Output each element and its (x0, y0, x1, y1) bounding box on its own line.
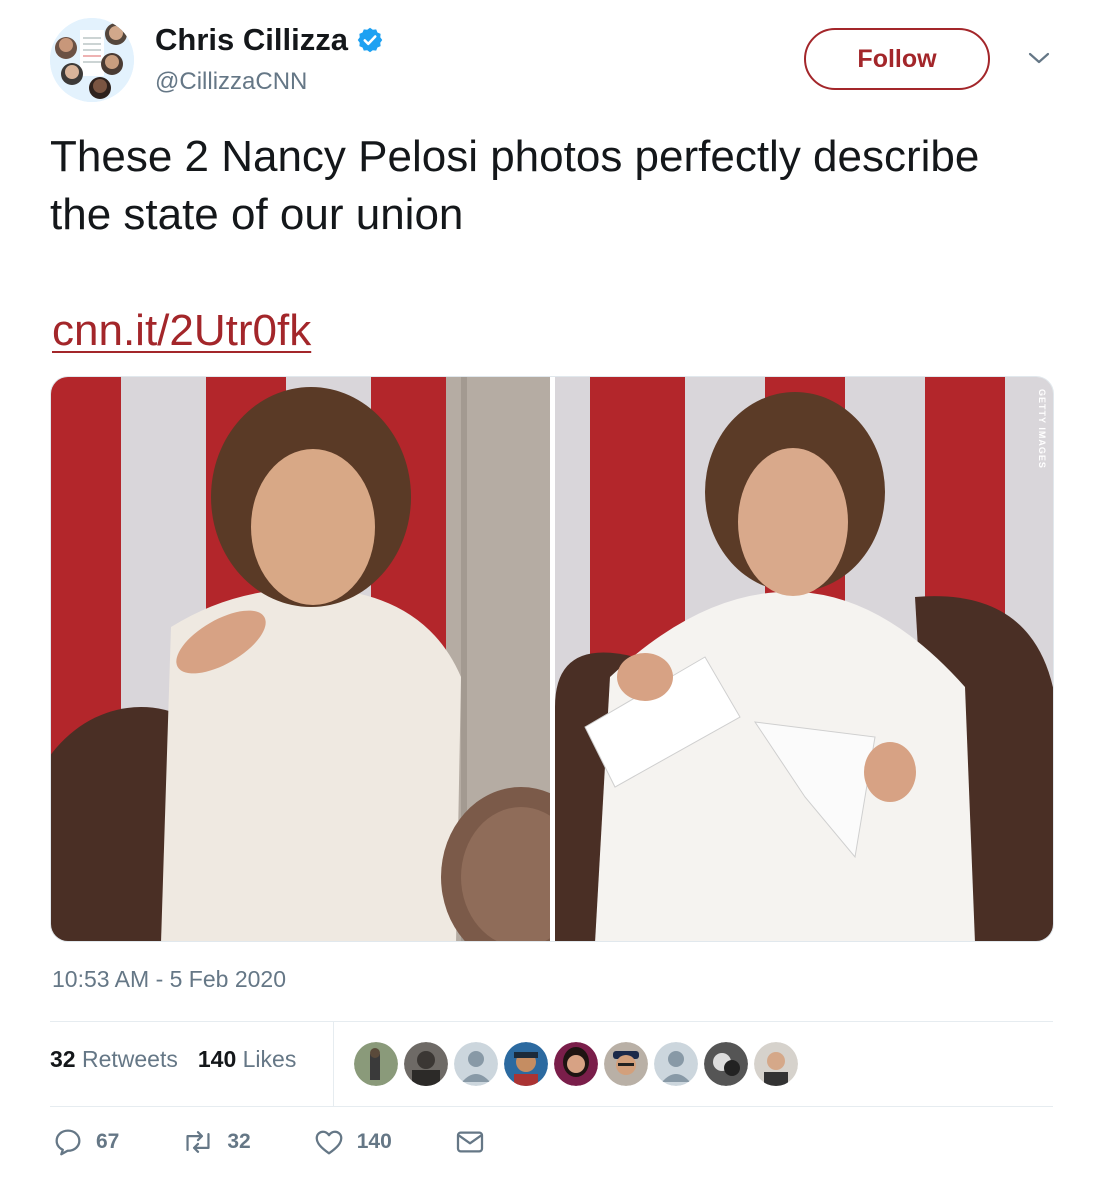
liker-avatar[interactable] (704, 1042, 748, 1086)
retweet-button[interactable]: 32 (181, 1126, 251, 1158)
photo-tearing-image (555, 377, 1053, 941)
liker-avatar[interactable] (354, 1042, 398, 1086)
author-name-row[interactable]: Chris Cillizza (155, 22, 384, 58)
stats-divider (333, 1022, 334, 1106)
tweet-media[interactable]: GETTY IMAGES (50, 376, 1054, 942)
like-button[interactable]: 140 (313, 1126, 392, 1158)
likes-label: Likes (242, 1046, 297, 1072)
chevron-down-icon[interactable] (1024, 48, 1054, 68)
envelope-icon (456, 1131, 483, 1153)
divider-top (50, 1021, 1053, 1022)
author-handle[interactable]: @CillizzaCNN (155, 68, 307, 96)
direct-message-button[interactable] (454, 1126, 486, 1158)
retweet-icon (186, 1131, 210, 1153)
tweet-stats: 32 Retweets 140 Likes (50, 1046, 296, 1073)
liker-avatar[interactable] (404, 1042, 448, 1086)
author-avatar[interactable] (50, 18, 134, 102)
photo-clapping[interactable] (51, 377, 550, 941)
liker-avatar[interactable] (654, 1042, 698, 1086)
liker-avatar[interactable] (454, 1042, 498, 1086)
retweets-stat[interactable]: 32 Retweets (50, 1046, 178, 1073)
author-name[interactable]: Chris Cillizza (155, 22, 348, 58)
retweets-label: Retweets (81, 1046, 178, 1072)
photo-tearing[interactable]: GETTY IMAGES (555, 377, 1053, 941)
like-count: 140 (356, 1130, 392, 1153)
heart-icon (315, 1130, 343, 1155)
reply-count: 67 (96, 1130, 120, 1153)
liker-avatar[interactable] (754, 1042, 798, 1086)
reply-icon (55, 1129, 81, 1156)
tweet-timestamp[interactable]: 10:53 AM - 5 Feb 2020 (52, 966, 286, 993)
tweet-text: These 2 Nancy Pelosi photos perfectly de… (50, 132, 980, 239)
likers-avatars (354, 1042, 798, 1086)
retweets-count: 32 (50, 1046, 76, 1072)
divider-bottom (50, 1106, 1053, 1107)
photo-clapping-image (51, 377, 550, 941)
follow-button[interactable]: Follow (804, 28, 990, 90)
tweet-link[interactable]: cnn.it/2Utr0fk (52, 306, 311, 356)
avatar-collage-icon (50, 18, 134, 102)
verified-badge-icon (357, 27, 383, 53)
liker-avatar[interactable] (554, 1042, 598, 1086)
photo-credit: GETTY IMAGES (1037, 389, 1047, 469)
action-bar: 67 32 140 (52, 1126, 548, 1158)
liker-avatar[interactable] (504, 1042, 548, 1086)
reply-button[interactable]: 67 (52, 1126, 119, 1158)
likes-count: 140 (197, 1046, 237, 1072)
liker-avatar[interactable] (604, 1042, 648, 1086)
retweet-count: 32 (227, 1130, 251, 1153)
likes-stat[interactable]: 140 Likes (198, 1046, 296, 1073)
